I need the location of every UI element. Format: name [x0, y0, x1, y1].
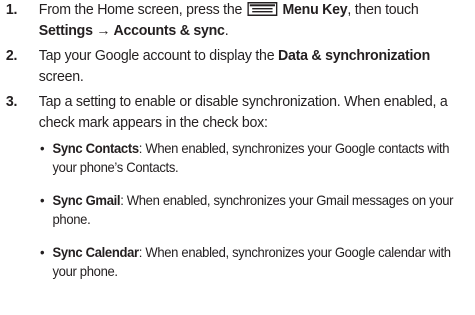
step-text: From the Home screen, press the Menu Key…	[39, 0, 466, 41]
step-number: 1.	[5, 2, 18, 18]
sync-gmail-term: Sync Gmail	[52, 193, 121, 208]
step-2-text-part2: screen.	[38, 68, 84, 85]
step-number: 2.	[5, 48, 18, 64]
list-item-text: Sync Contacts: When enabled, synchronize…	[52, 139, 467, 177]
step-1-text-part1: From the Home screen, press the	[38, 2, 246, 18]
sync-contacts-term: Sync Contacts	[52, 141, 139, 156]
step-1-text-part3: .	[224, 22, 229, 39]
sync-calendar-term: Sync Calendar	[52, 245, 139, 260]
menu-key-icon	[247, 2, 278, 16]
screen-name: Data & synchronization	[278, 48, 430, 64]
list-item-text: Sync Calendar: When enabled, synchronize…	[52, 243, 467, 281]
bullet-icon: •	[40, 141, 45, 156]
menu-key-label: Menu Key	[282, 2, 348, 18]
step-2-text-part1: Tap your Google account to display the	[38, 48, 279, 64]
step-text: Tap a setting to enable or disable synch…	[38, 94, 448, 131]
instruction-document: 1. From the Home screen, press the Menu …	[0, 0, 475, 315]
list-item-text: Sync Gmail: When enabled, synchronizes y…	[52, 191, 467, 229]
settings-path: Settings → Accounts & sync	[38, 22, 225, 39]
step-text: Tap your Google account to display the D…	[39, 46, 466, 87]
bullet-icon: •	[40, 245, 45, 260]
step-number: 3.	[5, 94, 18, 110]
step-1-text-part2: , then touch	[347, 2, 419, 18]
bullet-icon: •	[40, 193, 45, 208]
